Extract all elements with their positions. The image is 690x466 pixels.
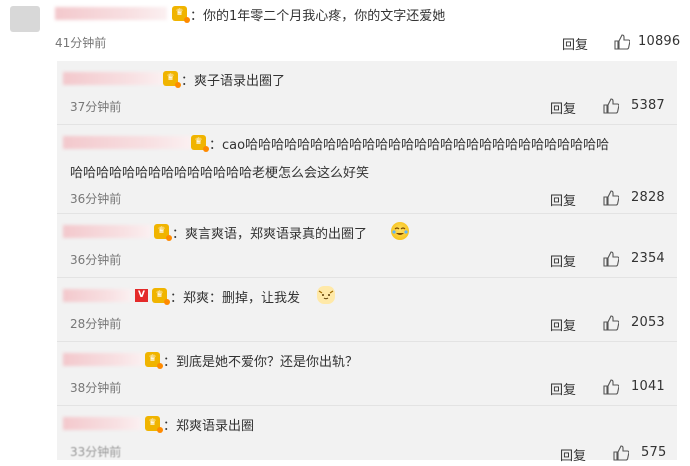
comment-text-line1: ：cao哈哈哈哈哈哈哈哈哈哈哈哈哈哈哈哈哈哈哈哈哈哈哈哈哈哈哈哈 [209,138,610,153]
reply-button[interactable]: 回复 [550,98,576,117]
smug-cat-emoji [317,286,335,304]
reply-button[interactable]: 回复 [560,445,586,464]
replies-panel: ♛ ：爽子语录出圈了 37分钟前 回复 5387 ♛ ：cao哈哈哈哈哈哈哈哈哈… [57,61,677,464]
vip-badge-icon: ♛ [154,224,172,241]
v-verified-icon: V [135,289,148,302]
vip-badge-icon: ♛ [152,288,170,305]
reply-button[interactable]: 回复 [550,315,576,334]
like-count: 1041 [631,379,665,394]
list-item: ♛ ：爽言爽语，郑爽语录真的出圈了 36分钟前 回复 2354 [57,214,677,278]
list-item: ♛ ：郑爽语录出圈 33分钟前 回复 575 [57,406,677,466]
timestamp: 33分钟前 [70,445,122,459]
username-blurred[interactable] [55,7,167,20]
comment-text: ：到底是她不爱你？还是你出轨？ [163,355,359,370]
reply-button[interactable]: 回复 [550,190,576,209]
username-blurred[interactable] [63,136,191,149]
vip-badge-icon: ♛ [145,416,163,433]
laughing-tears-emoji [391,222,409,240]
thumbs-up-icon[interactable] [603,190,619,206]
list-item: V ♛ ：郑爽：删掉，让我发 28分钟前 回复 2053 [57,278,677,342]
username-blurred[interactable] [63,353,143,366]
avatar[interactable] [10,6,40,32]
like-count: 5387 [631,98,665,113]
like-count: 2354 [631,251,665,266]
vip-badge-icon: ♛ [191,135,209,152]
like-count: 2828 [631,190,665,205]
comment-text: ：爽子语录出圈了 [181,74,286,89]
list-item: ♛ ：爽子语录出圈了 37分钟前 回复 5387 [57,61,677,125]
comment-text: ：郑爽：删掉，让我发 [170,291,301,306]
vip-badge-icon: ♛ [172,6,190,23]
thumbs-up-icon[interactable] [603,98,619,114]
timestamp: 37分钟前 [70,100,122,114]
reply-button[interactable]: 回复 [550,251,576,270]
list-item: ♛ ：cao哈哈哈哈哈哈哈哈哈哈哈哈哈哈哈哈哈哈哈哈哈哈哈哈哈哈哈哈 哈哈哈哈哈… [57,125,677,214]
like-count: 575 [641,445,667,460]
reply-button[interactable]: 回复 [550,379,576,398]
username-blurred[interactable] [63,225,151,238]
comment-text: ：爽言爽语，郑爽语录真的出圈了 [172,227,368,242]
top-comment: ♛ ：你的1年零二个月我心疼，你的文字还爱她 41分钟前 回复 10896 [0,0,690,58]
comment-text: ：郑爽语录出圈 [163,419,255,434]
like-count: 10896 [638,34,681,49]
vip-badge-icon: ♛ [145,352,163,369]
like-count: 2053 [631,315,665,330]
comment-text-line2: 哈哈哈哈哈哈哈哈哈哈哈哈哈哈老梗怎么会这么好笑 [70,166,370,181]
timestamp: 36分钟前 [70,192,122,206]
timestamp: 28分钟前 [70,317,122,331]
timestamp: 38分钟前 [70,381,122,395]
thumbs-up-icon[interactable] [603,251,619,267]
timestamp: 36分钟前 [70,253,122,267]
thumbs-up-icon[interactable] [603,315,619,331]
reply-button[interactable]: 回复 [562,34,588,53]
comment-text: ：你的1年零二个月我心疼，你的文字还爱她 [190,9,446,24]
username-blurred[interactable] [63,289,131,302]
thumbs-up-icon[interactable] [603,379,619,395]
timestamp: 41分钟前 [55,36,107,50]
vip-badge-icon: ♛ [163,71,181,88]
thumbs-up-icon[interactable] [613,445,629,461]
username-blurred[interactable] [63,72,163,85]
list-item: ♛ ：到底是她不爱你？还是你出轨？ 38分钟前 回复 1041 [57,342,677,406]
username-blurred[interactable] [63,417,141,430]
thumbs-up-icon[interactable] [614,34,630,50]
